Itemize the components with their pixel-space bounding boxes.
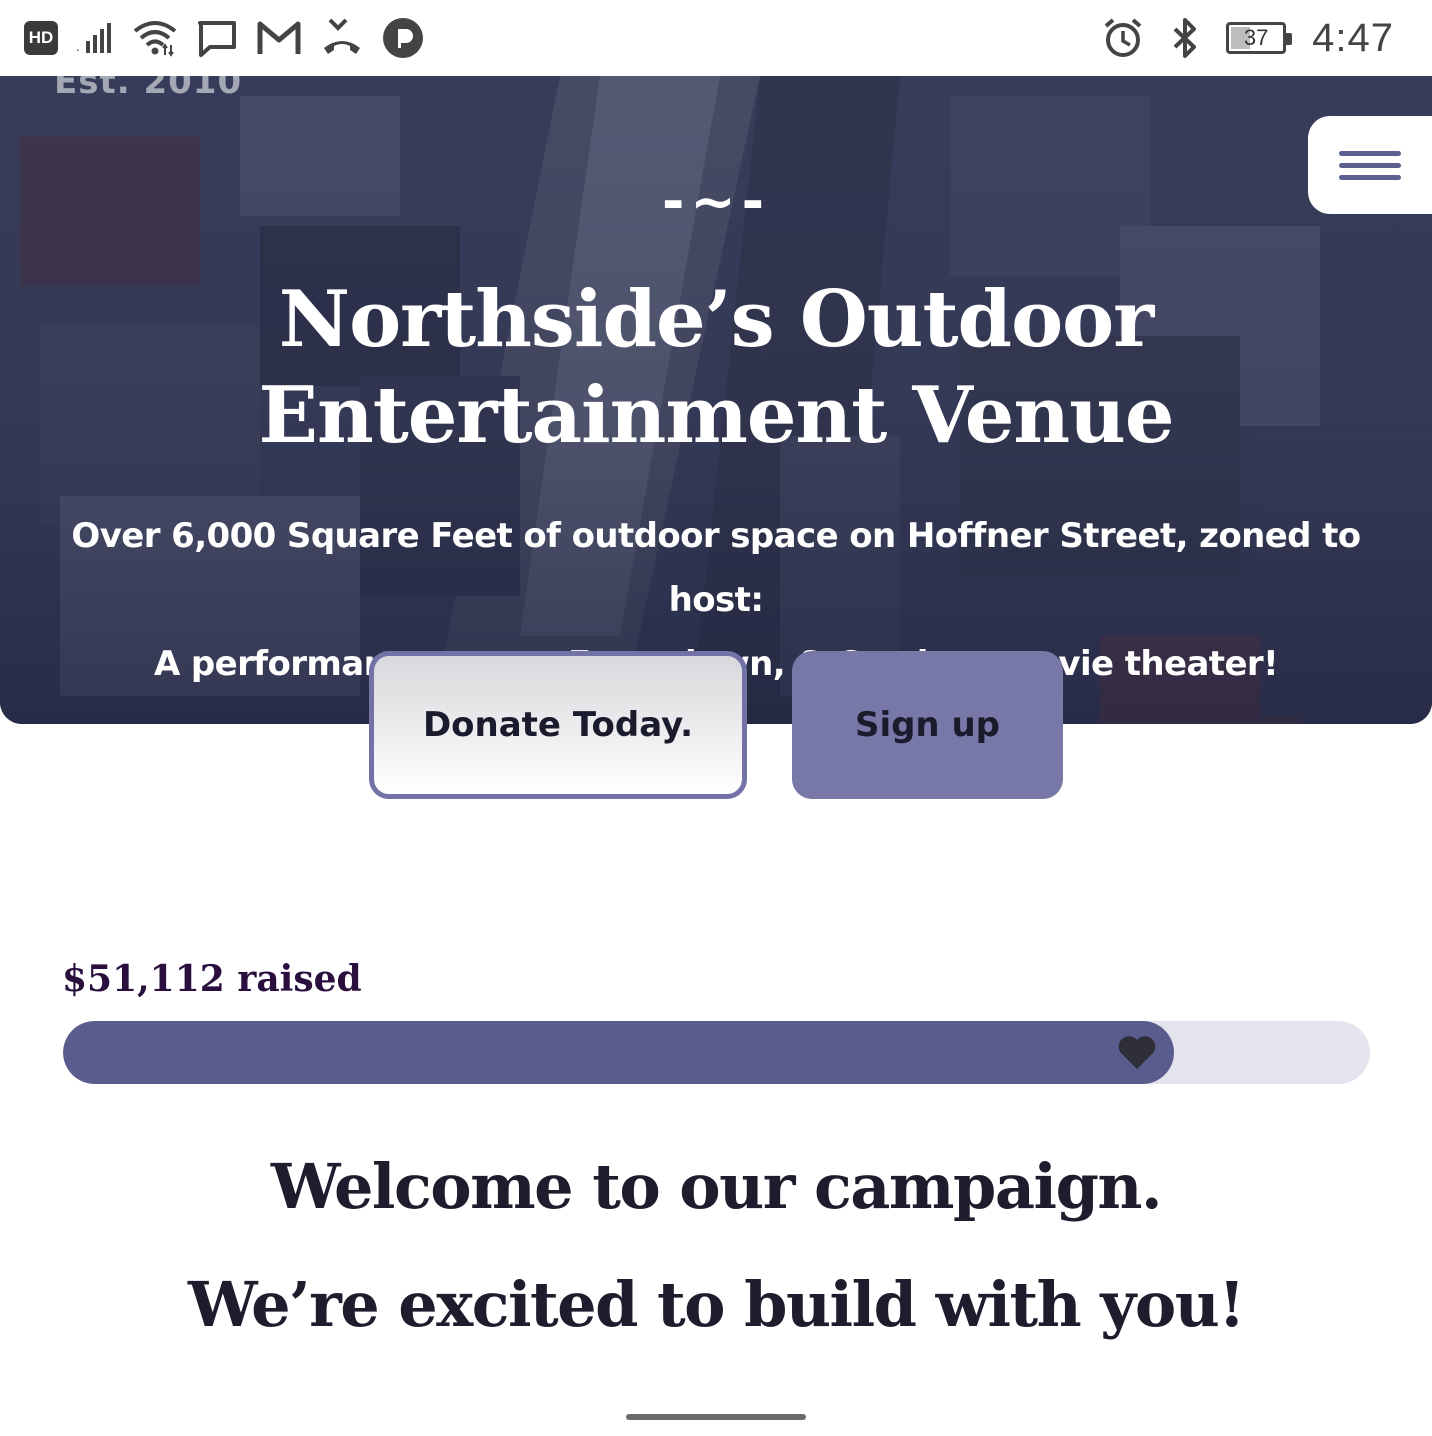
hero-subtitle-line1: Over 6,000 Square Feet of outdoor space … <box>71 516 1361 620</box>
battery-level: 37 <box>1243 25 1269 50</box>
hero-title: Northside’s Outdoor Entertainment Venue <box>0 272 1432 464</box>
alarm-icon <box>1104 18 1142 57</box>
donate-button[interactable]: Donate Today. <box>369 651 747 799</box>
hero-title-line1: Northside’s Outdoor <box>278 274 1154 365</box>
home-indicator[interactable] <box>626 1414 806 1420</box>
battery-icon: 37 <box>1226 22 1293 54</box>
svg-text:.: . <box>76 40 80 54</box>
decorative-divider: -~- <box>661 170 771 233</box>
pandora-icon <box>383 18 423 58</box>
hd-badge: HD <box>24 21 58 55</box>
welcome-message: Welcome to our campaign. We’re excited t… <box>0 1128 1432 1364</box>
progress-fill <box>63 1021 1174 1084</box>
gmail-icon <box>257 21 301 54</box>
progress-bar <box>63 1021 1370 1084</box>
message-icon <box>198 21 236 57</box>
hero-banner: Est. 2010 -~- Northside’s Outdoor Entert… <box>0 76 1432 724</box>
hero-title-line2: Entertainment Venue <box>258 370 1175 461</box>
status-bar: HD . 37 4:47 <box>0 0 1432 76</box>
signup-button[interactable]: Sign up <box>792 651 1063 799</box>
status-bar-left: HD . <box>24 16 424 60</box>
welcome-line1: Welcome to our campaign. <box>270 1150 1163 1223</box>
heart-icon <box>1118 1036 1156 1069</box>
hamburger-menu-icon <box>1339 150 1401 156</box>
signal-icon: . <box>76 23 111 54</box>
amount-raised: $51,112 raised <box>62 958 362 1000</box>
est-label: Est. 2010 <box>54 76 243 102</box>
wifi-icon <box>133 21 177 57</box>
missed-call-icon <box>324 18 360 54</box>
status-bar-right: 37 4:47 <box>1102 12 1394 64</box>
hamburger-menu-icon <box>1339 162 1401 168</box>
bluetooth-icon <box>1173 18 1197 58</box>
status-time: 4:47 <box>1312 15 1394 60</box>
welcome-line2: We’re excited to build with you! <box>188 1268 1245 1341</box>
